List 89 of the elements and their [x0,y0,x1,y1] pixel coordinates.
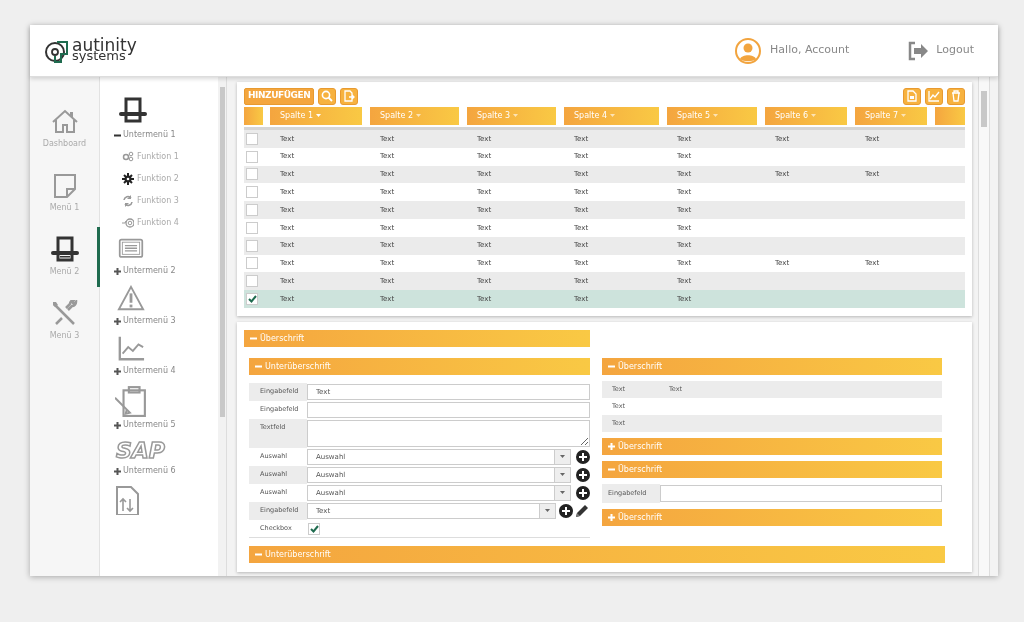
caret-icon [610,114,615,118]
submenu-item[interactable]: Untermenü 3 [114,315,176,327]
column-header[interactable]: Spalte 2 [370,107,459,125]
scrollbar[interactable] [218,77,226,576]
delete-icon [950,90,962,102]
pencil-icon [574,504,589,518]
caret-icon [316,114,321,118]
submenu-item[interactable]: Untermenü 1 [114,129,176,141]
scrollbar[interactable] [978,77,990,576]
caret-icon [560,455,565,459]
clipboard-icon [115,385,147,417]
delete-button[interactable] [947,87,965,105]
document-icon [114,485,140,515]
check-icon [309,525,319,533]
subsection-header[interactable]: Unterüberschrift [249,546,945,563]
input-field[interactable] [307,402,590,418]
chart-button[interactable] [925,87,943,105]
account-name[interactable]: Hallo, Account [770,42,850,59]
column-header[interactable]: Spalte 4 [564,107,659,125]
export-icon [343,90,356,102]
caret-icon [713,114,718,118]
function-item[interactable]: Funktion 1 [122,151,179,163]
row-checkbox[interactable] [246,168,258,181]
function-item[interactable]: Funktion 3 [122,195,179,207]
nav-item[interactable]: Menü 3 [30,289,99,353]
plus-circle-icon [575,486,590,500]
plus-circle-icon [575,468,590,482]
add-button[interactable] [558,502,573,520]
search-icon [321,90,334,102]
nav-item[interactable]: Dashboard [30,97,99,161]
column-header[interactable]: Spalte 7 [855,107,927,125]
column-header[interactable]: Spalte 3 [467,107,556,125]
header-cell [935,107,965,125]
submenu-item[interactable]: Untermenü 4 [114,365,176,377]
checkbox[interactable] [308,523,320,535]
selection-bar [97,227,100,287]
header-cell [244,107,263,125]
row-checkbox[interactable] [246,293,258,306]
column-header[interactable]: Spalte 5 [667,107,757,125]
add-button[interactable] [575,466,590,484]
account-icon [735,37,762,64]
section-header[interactable]: Überschrift [602,461,942,478]
submenu-item[interactable]: Untermenü 2 [114,265,176,277]
row-checkbox[interactable] [246,204,258,217]
add-button[interactable] [575,484,590,502]
row-checkbox[interactable] [246,132,258,145]
nav-item[interactable]: Menü 2 [30,225,99,289]
warning-icon [115,285,147,313]
logout-icon [907,40,930,61]
row-checkbox[interactable] [246,239,258,252]
caret-icon [416,114,421,118]
caret-icon [513,114,518,118]
section-header[interactable]: Überschrift [602,438,942,455]
function-item[interactable]: Funktion 2 [122,173,179,185]
input-field[interactable] [660,485,942,502]
edit-button[interactable] [573,502,590,520]
section-header[interactable]: Überschrift [602,358,942,375]
submenu-item[interactable]: Untermenü 6 [114,465,176,477]
export-button[interactable] [340,87,359,105]
logout-link[interactable]: Logout [936,42,974,59]
function-item[interactable]: Funktion 4 [122,217,179,229]
machine-icon [49,236,80,264]
plus-circle-icon [575,450,590,464]
caret-icon [811,114,816,118]
row-checkbox[interactable] [246,275,258,288]
column-header[interactable]: Spalte 1 [270,107,362,125]
column-header[interactable]: Spalte 6 [765,107,847,125]
row-checkbox[interactable] [246,257,258,270]
add-button[interactable] [575,448,590,466]
plus-circle-icon [558,504,573,518]
add-button[interactable]: HINZUFÜGEN [244,87,315,105]
nav-item[interactable]: Menü 1 [30,161,99,225]
caret-icon [545,509,550,513]
caret-icon [560,473,565,477]
row-checkbox[interactable] [246,221,258,234]
sap-logo: SAP [116,439,165,463]
submenu-item[interactable]: Untermenü 5 [114,419,176,431]
section-header[interactable]: Überschrift [244,330,590,347]
section-header[interactable]: Überschrift [602,509,942,526]
subsection-header[interactable]: Unterüberschrift [249,358,590,375]
row-checkbox[interactable] [246,186,258,199]
file-icon [906,90,918,102]
caret-icon [901,114,906,118]
search-button[interactable] [318,87,337,105]
file-button[interactable] [903,87,921,105]
caret-icon [560,491,565,495]
row-checkbox[interactable] [246,150,258,163]
check-icon [247,295,257,304]
chart-icon [928,90,940,102]
